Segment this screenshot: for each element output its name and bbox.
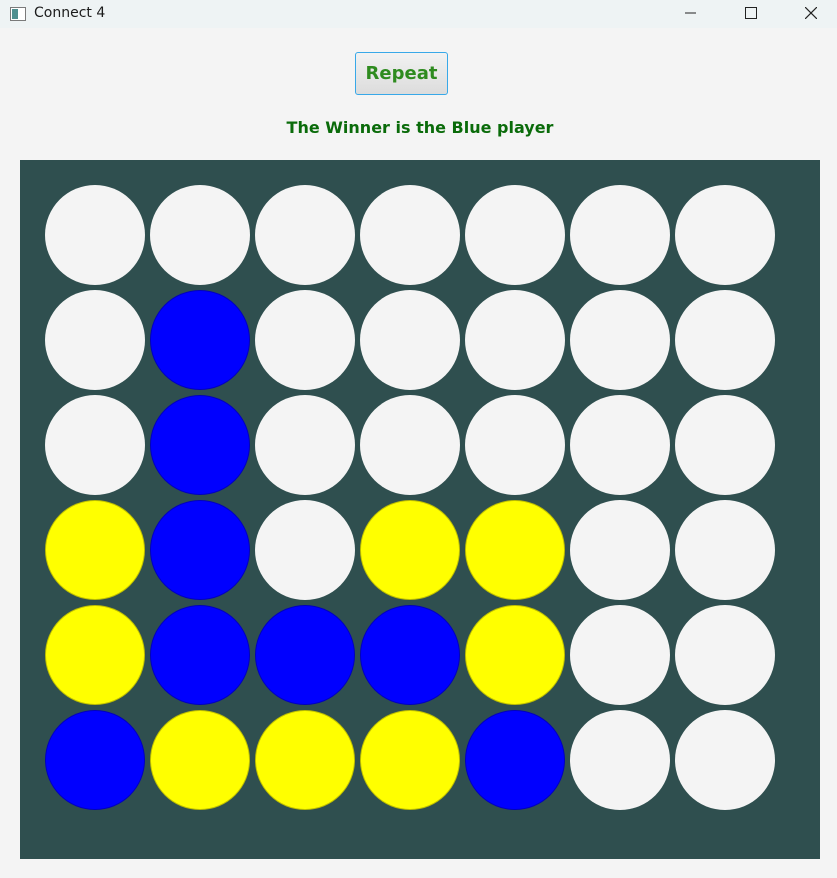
board-cell-r1-c4-empty[interactable] [360,185,460,285]
board-cell-r4-c3-empty[interactable] [255,500,355,600]
board-cell-r4-c2-blue[interactable] [150,500,250,600]
board-cell-r2-c2-blue[interactable] [150,290,250,390]
board-cell-r6-c5-blue[interactable] [465,710,565,810]
board-cell-r2-c4-empty[interactable] [360,290,460,390]
board-cell-r6-c6-empty[interactable] [570,710,670,810]
board-cell-r4-c4-yellow[interactable] [360,500,460,600]
board-cell-r3-c7-empty[interactable] [675,395,775,495]
board-cell-r2-c1-empty[interactable] [45,290,145,390]
board-cell-r4-c7-empty[interactable] [675,500,775,600]
close-icon [805,7,817,19]
board-cell-r1-c3-empty[interactable] [255,185,355,285]
board-cell-r3-c1-empty[interactable] [45,395,145,495]
board-cell-r2-c7-empty[interactable] [675,290,775,390]
board-cell-r1-c7-empty[interactable] [675,185,775,285]
board-cell-r5-c3-blue[interactable] [255,605,355,705]
maximize-icon [745,7,757,19]
board-cell-r3-c4-empty[interactable] [360,395,460,495]
board-cell-r3-c5-empty[interactable] [465,395,565,495]
board-cell-r5-c1-yellow[interactable] [45,605,145,705]
board-cell-r2-c5-empty[interactable] [465,290,565,390]
board-cell-r5-c6-empty[interactable] [570,605,670,705]
window-title: Connect 4 [34,5,106,21]
winner-message: The Winner is the Blue player [286,118,554,137]
board-cell-r4-c6-empty[interactable] [570,500,670,600]
maximize-button[interactable] [728,0,774,28]
board-cell-r4-c1-yellow[interactable] [45,500,145,600]
board-cell-r6-c3-yellow[interactable] [255,710,355,810]
app-icon [10,6,26,21]
board-cell-r6-c1-blue[interactable] [45,710,145,810]
board-cell-r1-c2-empty[interactable] [150,185,250,285]
board-cell-r2-c6-empty[interactable] [570,290,670,390]
board-cell-r6-c7-empty[interactable] [675,710,775,810]
board-cell-r6-c2-yellow[interactable] [150,710,250,810]
board-cell-r3-c2-blue[interactable] [150,395,250,495]
board-cell-r5-c7-empty[interactable] [675,605,775,705]
title-bar: Connect 4 [0,0,837,28]
board-cell-r1-c6-empty[interactable] [570,185,670,285]
minimize-icon [685,12,696,14]
board-cell-r6-c4-yellow[interactable] [360,710,460,810]
board-cell-r1-c1-empty[interactable] [45,185,145,285]
app-window: Connect 4 Repeat The Winner is the Blue … [0,0,837,878]
repeat-button[interactable]: Repeat [355,52,448,95]
game-board [20,160,820,859]
close-button[interactable] [788,0,834,28]
board-cell-r5-c5-yellow[interactable] [465,605,565,705]
board-cell-r2-c3-empty[interactable] [255,290,355,390]
board-cell-r5-c2-blue[interactable] [150,605,250,705]
board-cell-r3-c3-empty[interactable] [255,395,355,495]
board-cell-r4-c5-yellow[interactable] [465,500,565,600]
board-cell-r5-c4-blue[interactable] [360,605,460,705]
board-cell-r3-c6-empty[interactable] [570,395,670,495]
board-cell-r1-c5-empty[interactable] [465,185,565,285]
minimize-button[interactable] [668,0,714,28]
